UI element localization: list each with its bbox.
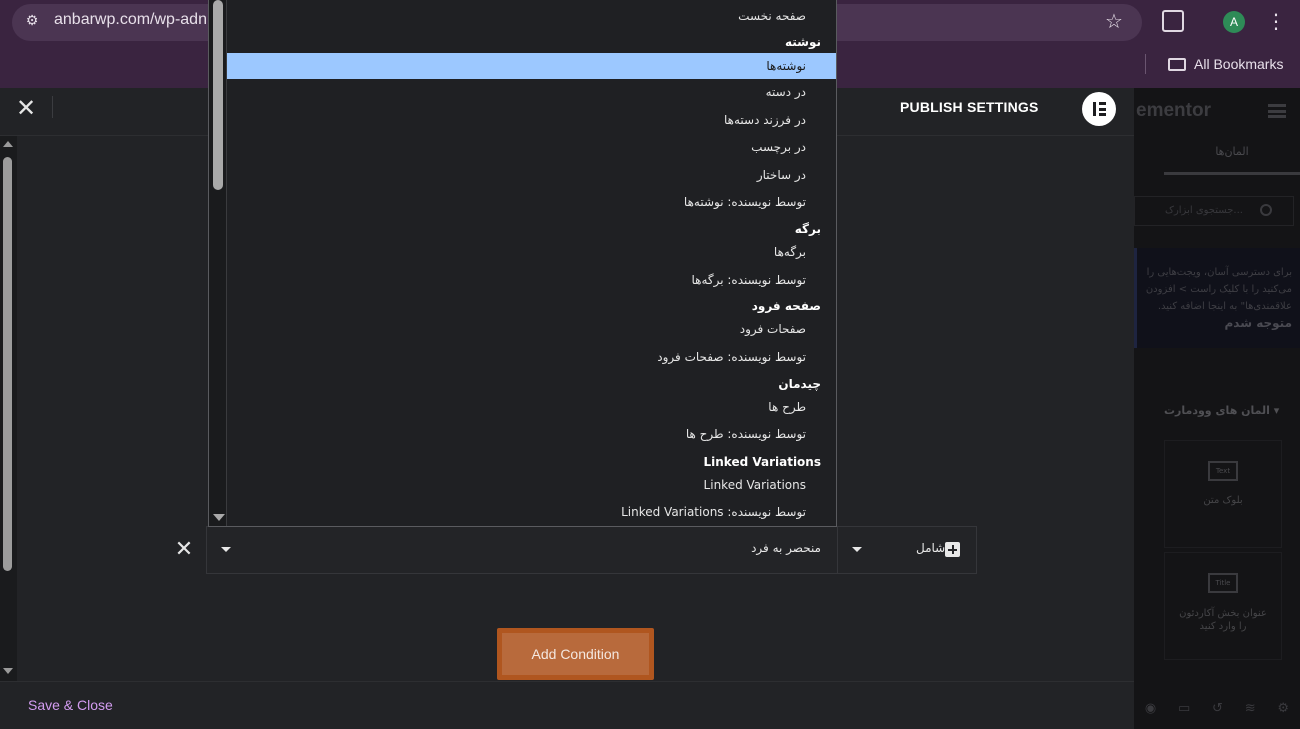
chevron-down-icon	[852, 547, 862, 552]
widget-text-block: Text بلوک متن	[1164, 440, 1282, 548]
notice-line: برای دسترسی آسان، ویجت‌هایی را	[1146, 267, 1292, 278]
bookmark-star-icon[interactable]: ☆	[1102, 9, 1126, 33]
dropdown-option[interactable]: Linked Variations	[227, 472, 836, 498]
dropdown-option[interactable]: در فرزند دسته‌ها	[227, 107, 836, 133]
scroll-down-arrow-icon[interactable]	[213, 514, 225, 521]
history-icon: ↺	[1212, 700, 1223, 716]
condition-dropdown-list: صفحه نخست نوشته نوشته‌ها در دسته در فرزند دس…	[208, 0, 837, 527]
dropdown-group-label: نوشته	[784, 35, 821, 49]
widget-label: عنوان بخش آکاردئون را وارد کنید	[1179, 608, 1267, 632]
responsive-icon: ▭	[1177, 700, 1191, 716]
site-info-icon[interactable]: ⚙	[22, 11, 42, 31]
settings-icon: ⚙	[1277, 700, 1290, 716]
dropdown-option[interactable]: در دسته	[227, 79, 836, 105]
notice-dismiss-link: متوجه شدم	[1224, 316, 1292, 330]
close-modal-button[interactable]: ✕	[14, 96, 38, 120]
url-text[interactable]: anbarwp.com/wp-adn	[54, 11, 207, 29]
dropdown-option[interactable]: توسط نویسنده: صفحات فرود	[227, 344, 836, 370]
elementor-panel: ementor المان‌ها جستجوی ابزارک... برای د…	[1134, 88, 1300, 729]
scrollbar-thumb[interactable]	[3, 157, 12, 571]
dropdown-group-label: صفحه فرود	[751, 299, 821, 313]
dropdown-option[interactable]: توسط نویسنده: نوشته‌ها	[227, 189, 836, 215]
elementor-logo-icon	[1082, 92, 1116, 126]
condition-row: منحصر به فرد شامل	[206, 526, 977, 574]
dropdown-option[interactable]: توسط نویسنده: Linked Variations	[227, 499, 836, 525]
dropdown-scrollbar[interactable]	[209, 0, 227, 526]
all-bookmarks-button[interactable]: All Bookmarks	[1168, 54, 1283, 74]
condition-sub-select[interactable]: منحصر به فرد	[207, 527, 838, 573]
include-plus-icon	[945, 542, 960, 557]
title-widget-icon: Title	[1208, 573, 1238, 593]
dropdown-option[interactable]: در ساختار	[227, 162, 836, 188]
dropdown-option[interactable]: توسط نویسنده: طرح ها	[227, 421, 836, 447]
dropdown-option[interactable]: نوشته‌ها	[227, 53, 836, 79]
section-label: المان های وودمارت	[1164, 404, 1270, 417]
add-condition-label: Add Condition	[502, 633, 649, 675]
eye-icon: ◉	[1144, 700, 1157, 716]
add-condition-button[interactable]: Add Condition	[497, 628, 654, 680]
notice-line: می‌کنید را با کلیک راست > افزودن	[1145, 284, 1292, 295]
chevron-down-icon	[221, 547, 231, 552]
folder-icon	[1168, 57, 1186, 71]
dropdown-group-label: برگه	[794, 222, 821, 236]
dropdown-option[interactable]: صفحات فرود	[227, 316, 836, 342]
bookmarks-divider	[1145, 54, 1146, 74]
panel-footer-icons: ◉ ▭ ↺ ≋ ⚙	[1134, 696, 1300, 720]
dropdown-scrollbar-thumb[interactable]	[213, 0, 223, 190]
scroll-down-arrow-icon[interactable]	[3, 668, 13, 674]
widget-title: Title عنوان بخش آکاردئون را وارد کنید	[1164, 552, 1282, 660]
navigator-icon: ≋	[1244, 700, 1256, 716]
modal-scrollbar[interactable]	[0, 136, 17, 682]
condition-sub-value: منحصر به فرد	[751, 541, 821, 555]
save-close-button[interactable]: Save & Close	[28, 697, 113, 713]
dropdown-group-label: چیدمان	[778, 377, 821, 391]
condition-type-value: شامل	[916, 541, 946, 555]
remove-condition-button[interactable]: ✕	[172, 538, 196, 562]
modal-footer: Save & Close	[0, 681, 1134, 729]
dropdown-option[interactable]: برگه‌ها	[227, 239, 836, 265]
header-divider	[52, 96, 53, 118]
modal-title: PUBLISH SETTINGS	[900, 99, 1039, 115]
profile-avatar[interactable]: A	[1223, 11, 1245, 33]
elementor-logo-text: ementor	[1136, 100, 1211, 121]
widget-label: بلوک متن	[1203, 495, 1243, 506]
woodmart-widgets-section: ▾ المان های وودمارت	[1164, 404, 1280, 417]
tab-elements: المان‌ها	[1164, 133, 1300, 175]
condition-type-select[interactable]: شامل	[838, 527, 976, 573]
all-bookmarks-label: All Bookmarks	[1194, 56, 1284, 72]
notice-line: علاقمندی‌ها" به اینجا اضافه کنید.	[1157, 301, 1292, 312]
text-widget-icon: Text	[1208, 461, 1238, 481]
dropdown-option[interactable]: صفحه نخست	[227, 3, 836, 29]
dropdown-group-label: Linked Variations	[703, 455, 821, 469]
scroll-up-arrow-icon[interactable]	[3, 141, 13, 147]
favorites-notice: برای دسترسی آسان، ویجت‌هایی را می‌کنید ر…	[1134, 248, 1300, 348]
hamburger-menu-icon	[1268, 104, 1286, 118]
dropdown-option[interactable]: توسط نویسنده: برگه‌ها	[227, 267, 836, 293]
browser-menu-icon[interactable]: ⋮	[1266, 9, 1286, 33]
extensions-icon[interactable]	[1162, 10, 1184, 32]
search-icon	[1260, 204, 1272, 216]
dropdown-option[interactable]: طرح ها	[227, 394, 836, 420]
dropdown-option[interactable]: در برچسب	[227, 134, 836, 160]
